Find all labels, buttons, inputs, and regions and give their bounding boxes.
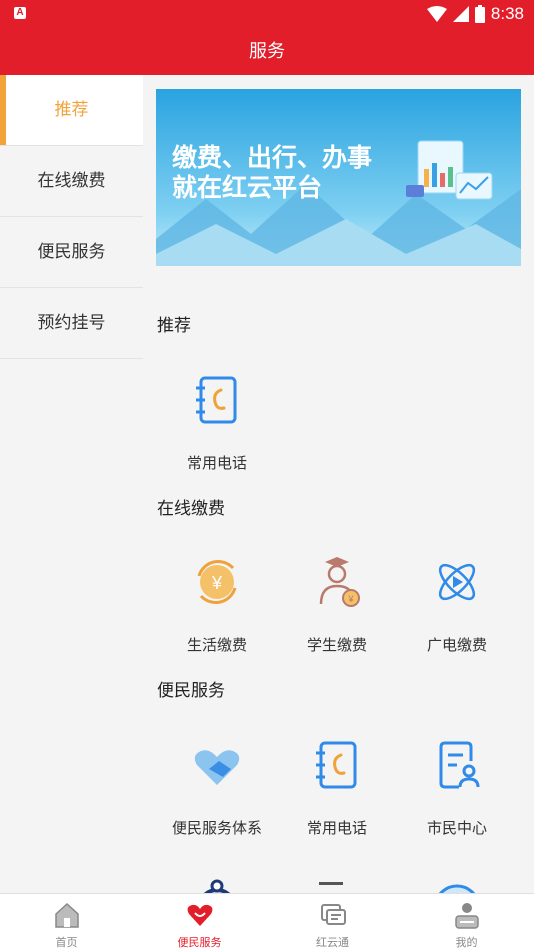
recommend-grid: 常用电话 [143, 345, 534, 485]
heart-hands-icon [194, 750, 240, 785]
service-tile-citizen-center[interactable]: 市民中心 [397, 735, 517, 838]
phone-book-icon [196, 376, 237, 424]
wifi-icon [426, 6, 447, 22]
svg-text:¥: ¥ [347, 594, 354, 604]
student-icon: ¥ [319, 557, 360, 607]
tab-home[interactable]: 首页 [0, 894, 133, 951]
service-tile-broadcast-payment[interactable]: 广电缴费 [397, 552, 517, 655]
person-doc-icon [439, 741, 480, 789]
page-title: 服务 [0, 28, 534, 75]
service-tile-phone[interactable]: 常用电话 [157, 370, 277, 473]
sidebar-item-appointment[interactable]: 预约挂号 [0, 288, 143, 359]
partial-service-icon [203, 879, 231, 893]
tab-convenience-service[interactable]: 便民服务 [133, 894, 266, 951]
sidebar-item-recommend[interactable]: 推荐 [0, 75, 143, 146]
tab-hongyuntong[interactable]: 红云通 [266, 894, 399, 951]
service-tile-student-payment[interactable]: ¥ 学生缴费 [277, 552, 397, 655]
tab-mine[interactable]: 我的 [400, 894, 533, 951]
section-title-online-payment: 在线缴费 [157, 499, 225, 519]
category-sidebar: 推荐 在线缴费 便民服务 预约挂号 [0, 75, 143, 893]
service-tile-phone-2[interactable]: 常用电话 [277, 735, 397, 838]
signal-icon [452, 6, 469, 22]
atom-play-icon [438, 563, 476, 601]
promo-banner[interactable]: 缴费、出行、办事 就在红云平台 [156, 89, 521, 266]
service-content: 缴费、出行、办事 就在红云平台 推荐 常用电话 在线缴费 ¥ 生活缴费 ¥ 学生… [143, 75, 534, 893]
battery-icon [474, 5, 485, 23]
service-tile-convenience-system[interactable]: 便民服务体系 [157, 735, 277, 838]
status-time: 8:38 [490, 4, 524, 23]
bottom-tab-bar: 首页 便民服务 红云通 我的 [0, 893, 534, 951]
service-tile-living-payment[interactable]: ¥ 生活缴费 [157, 552, 277, 655]
status-bar: A 8:38 [0, 0, 534, 28]
phone-book-icon [316, 741, 357, 789]
status-indicators: 8:38 [426, 3, 524, 25]
online-payment-grid: ¥ 生活缴费 ¥ 学生缴费 广电缴费 [143, 527, 534, 667]
user-icon [454, 903, 479, 929]
banner-text: 缴费、出行、办事 就在红云平台 [172, 143, 373, 202]
svg-text:¥: ¥ [211, 573, 223, 593]
notification-icon: A [14, 7, 26, 19]
sidebar-item-online-payment[interactable]: 在线缴费 [0, 146, 143, 217]
sidebar-item-convenience[interactable]: 便民服务 [0, 217, 143, 288]
heart-icon [187, 904, 212, 926]
partial-service-icon [438, 884, 476, 893]
partial-service-icon [319, 882, 343, 885]
home-icon [54, 902, 79, 928]
section-title-recommend: 推荐 [157, 316, 191, 336]
yen-cycle-icon: ¥ [197, 560, 237, 604]
convenience-grid: 便民服务体系 常用电话 市民中心 [143, 710, 534, 893]
chat-icon [320, 904, 346, 925]
section-title-convenience: 便民服务 [157, 681, 225, 701]
